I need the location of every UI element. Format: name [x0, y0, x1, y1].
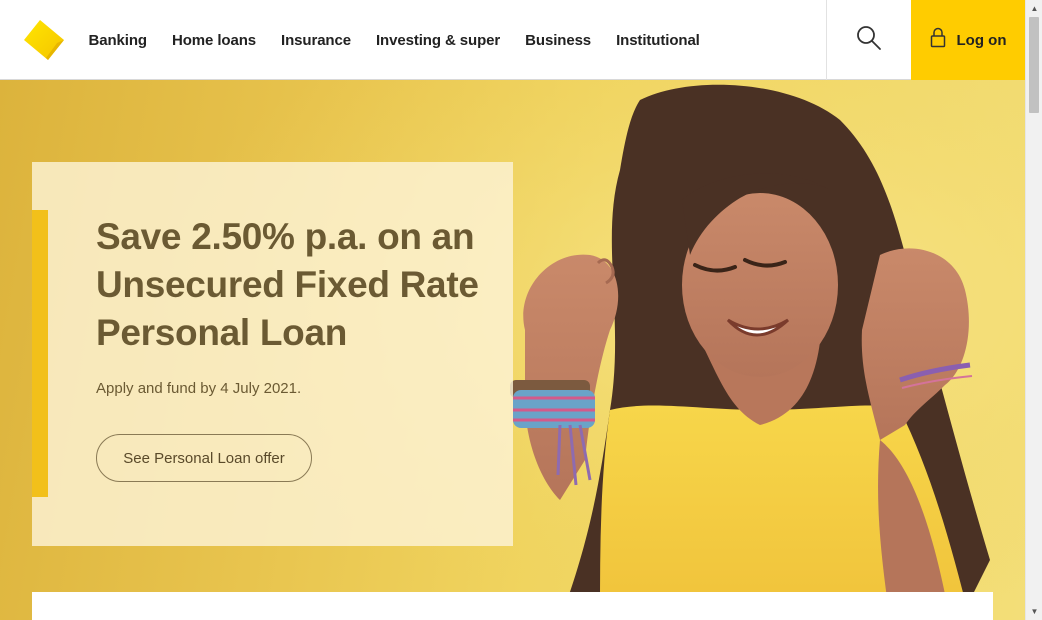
- scroll-down-arrow-icon[interactable]: ▼: [1026, 603, 1042, 620]
- promo-subtitle: Apply and fund by 4 July 2021.: [96, 380, 302, 397]
- log-on-button[interactable]: Log on: [911, 0, 1025, 80]
- page-scrollbar[interactable]: ▲ ▼: [1025, 0, 1042, 620]
- search-button[interactable]: [826, 0, 911, 80]
- commbank-logo-icon[interactable]: [24, 20, 64, 60]
- nav-business[interactable]: Business: [513, 32, 604, 49]
- log-on-label: Log on: [956, 31, 1007, 49]
- nav-institutional[interactable]: Institutional: [604, 32, 713, 49]
- scroll-up-arrow-icon[interactable]: ▲: [1026, 0, 1042, 17]
- hero-banner: Save 2.50% p.a. on an Unsecured Fixed Ra…: [0, 80, 1025, 620]
- search-icon: [856, 25, 882, 56]
- nav-banking[interactable]: Banking: [76, 32, 159, 49]
- nav-insurance[interactable]: Insurance: [269, 32, 364, 49]
- nav-home-loans[interactable]: Home loans: [159, 32, 268, 49]
- promo-accent-bar: [32, 210, 48, 497]
- nav-investing-super[interactable]: Investing & super: [363, 32, 512, 49]
- main-nav: Banking Home loans Insurance Investing &…: [76, 0, 712, 80]
- content-panel: [32, 592, 993, 620]
- scroll-thumb[interactable]: [1029, 17, 1039, 113]
- see-personal-loan-offer-button[interactable]: See Personal Loan offer: [96, 434, 312, 482]
- lock-icon: [930, 27, 946, 53]
- promo-title: Save 2.50% p.a. on an Unsecured Fixed Ra…: [96, 216, 479, 353]
- site-header: Banking Home loans Insurance Investing &…: [0, 0, 1025, 80]
